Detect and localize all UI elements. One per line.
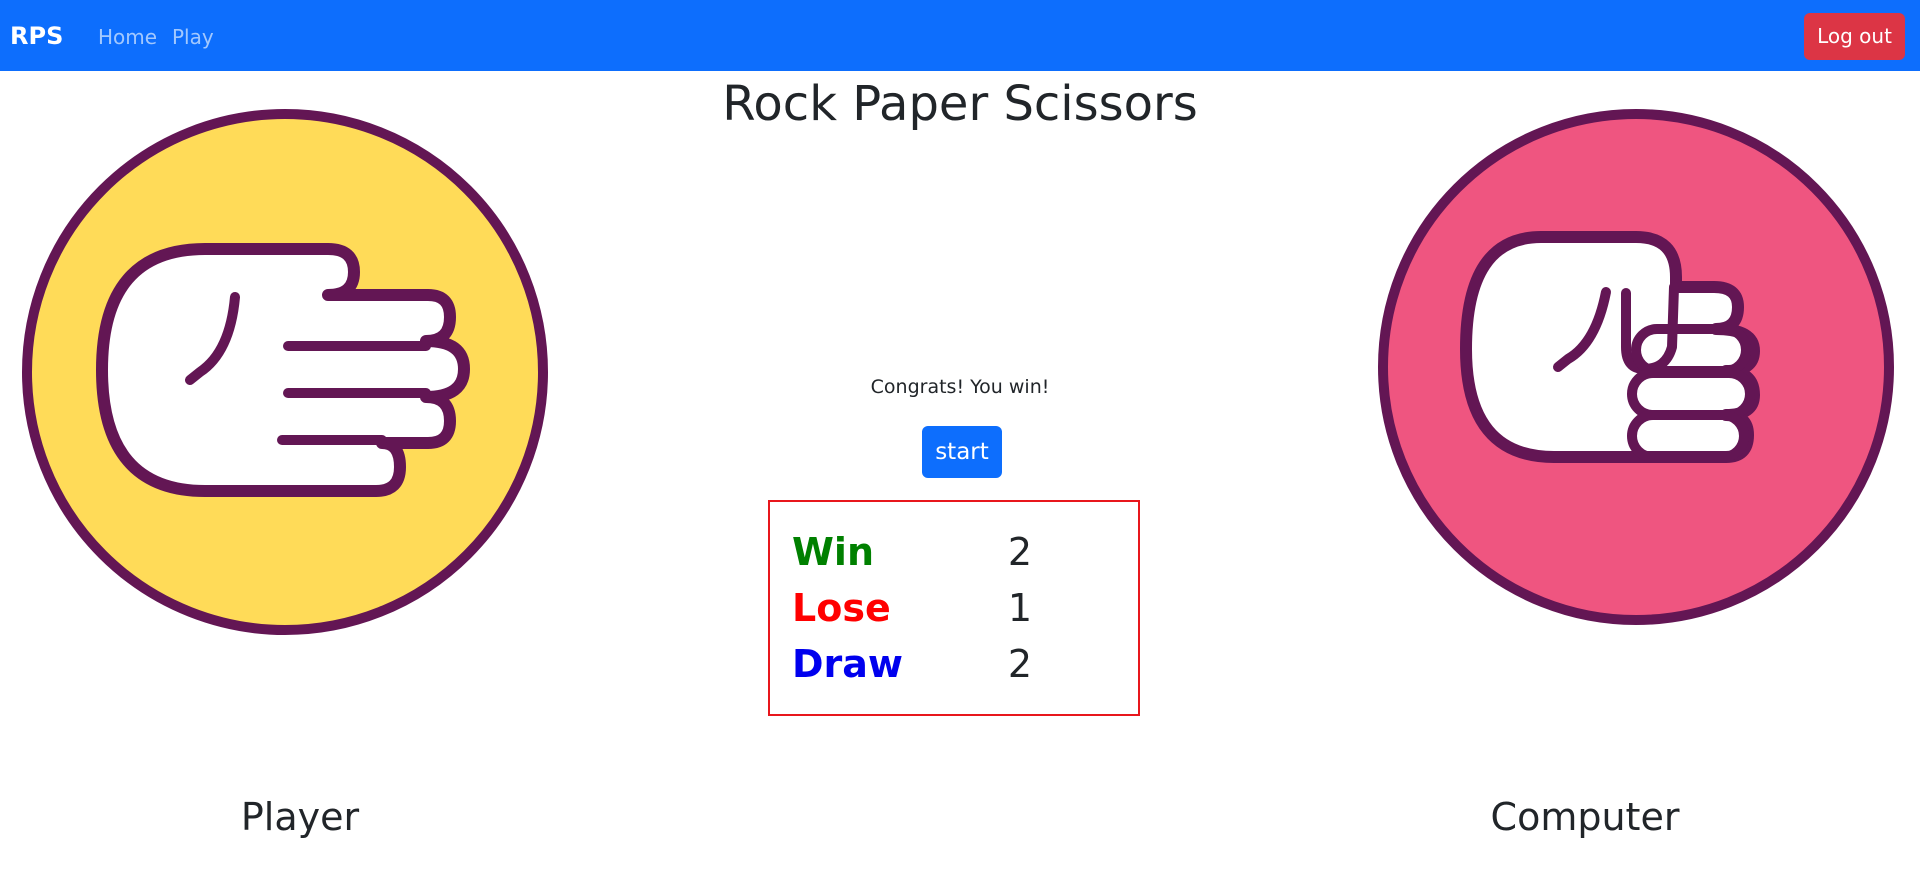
- start-button[interactable]: start: [922, 426, 1002, 478]
- score-board: Win 2 Lose 1 Draw 2: [768, 500, 1140, 716]
- computer-rock-hand-icon: [1378, 109, 1894, 625]
- player-label: Player: [240, 795, 360, 839]
- player-paper-hand-icon: [22, 109, 548, 635]
- win-label: Win: [792, 530, 874, 574]
- nav-link-home[interactable]: Home: [98, 24, 157, 50]
- lose-count: 1: [1007, 586, 1033, 630]
- logout-button[interactable]: Log out: [1804, 13, 1905, 60]
- nav-link-play[interactable]: Play: [172, 24, 214, 50]
- draw-count: 2: [1007, 642, 1033, 686]
- result-message: Congrats! You win!: [870, 376, 1050, 398]
- draw-label: Draw: [792, 642, 904, 686]
- navbar: RPS Home Play Log out: [0, 0, 1920, 71]
- brand-logo[interactable]: RPS: [10, 20, 63, 52]
- win-count: 2: [1007, 530, 1033, 574]
- computer-label: Computer: [1490, 795, 1680, 839]
- lose-label: Lose: [792, 586, 891, 630]
